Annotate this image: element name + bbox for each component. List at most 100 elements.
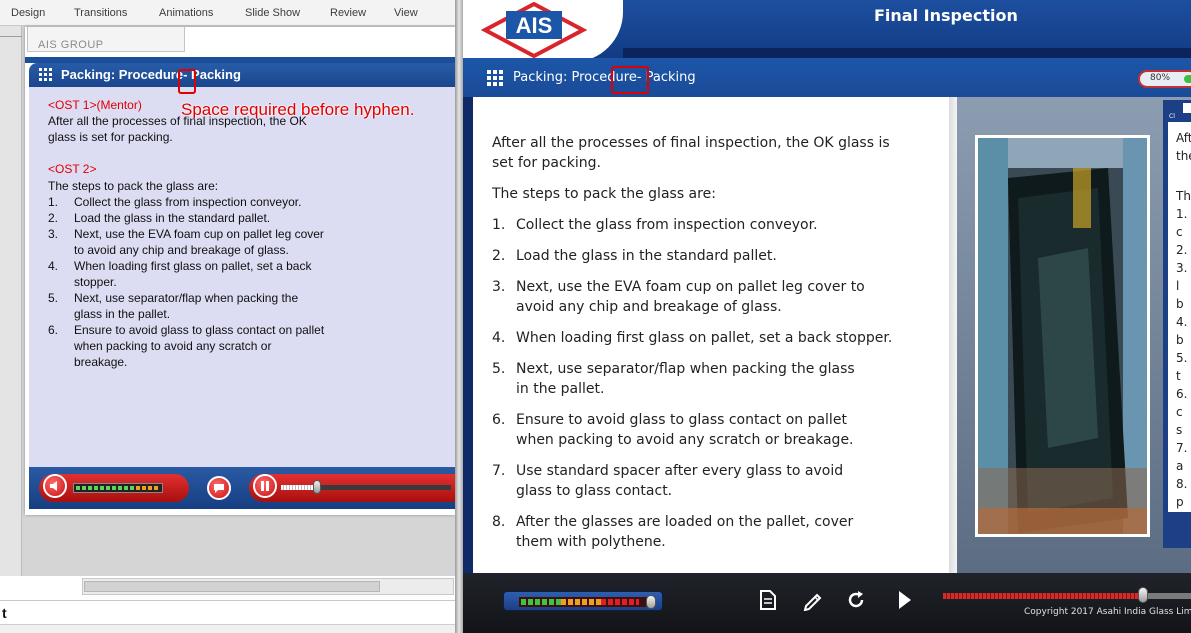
- screen: Design Transitions Animations Slide Show…: [0, 0, 1191, 633]
- logo-panel: AIS: [463, 0, 623, 62]
- play-icon[interactable]: [893, 589, 915, 611]
- popup-line: t: [1176, 369, 1181, 383]
- step-number: 6.: [492, 412, 506, 428]
- volume-meter[interactable]: [73, 483, 163, 493]
- slide-editor-pane: Design Transitions Animations Slide Show…: [0, 0, 455, 633]
- speaker-icon[interactable]: [43, 474, 67, 498]
- module-title: Final Inspection: [874, 6, 1018, 25]
- volume-level: [76, 486, 136, 490]
- step-text: Ensure to avoid glass to glass contact o…: [516, 410, 896, 450]
- popup-line: 6. E: [1176, 387, 1191, 401]
- column-divider: [949, 97, 957, 573]
- step-line: to avoid any chip and breakage of glass.: [74, 243, 289, 257]
- step-number: 2.: [48, 211, 59, 225]
- ribbon-tab-bar: Design Transitions Animations Slide Show…: [0, 0, 455, 26]
- popup-line: l: [1176, 279, 1180, 293]
- popup-line: 7. U: [1176, 441, 1191, 455]
- volume-control[interactable]: [503, 591, 663, 611]
- tab-transitions[interactable]: Transitions: [74, 7, 127, 19]
- step-line: glass to glass contact.: [516, 483, 673, 499]
- popup-line: s: [1176, 423, 1183, 437]
- grid-icon: [39, 68, 52, 81]
- intro-line-1: After all the processes of final inspect…: [492, 135, 890, 151]
- popup-line: b: [1176, 297, 1184, 311]
- popup-line: c: [1176, 405, 1183, 419]
- ais-logo-icon: AIS: [480, 2, 588, 58]
- steps-intro: The steps to pack the glass are:: [492, 186, 716, 202]
- popup-text-box: Aft the Th 1. C c 2. L 3. N l b 4. V b 5…: [1168, 122, 1191, 512]
- tab-view[interactable]: View: [394, 7, 418, 19]
- notes-text[interactable]: t: [2, 605, 7, 621]
- tab-slide-show[interactable]: Slide Show: [245, 7, 300, 19]
- seek-remaining: [1148, 593, 1191, 599]
- tab-review[interactable]: Review: [330, 7, 366, 19]
- seek-progress: [281, 485, 315, 490]
- seek-knob[interactable]: [1138, 587, 1148, 603]
- step-line: Collect the glass from inspection convey…: [516, 217, 818, 233]
- step-text: Load the glass in the standard pallet.: [74, 210, 374, 226]
- popup-close-label[interactable]: Cl: [1169, 113, 1175, 120]
- step-line: when packing to avoid any scratch or bre…: [516, 432, 854, 448]
- step-text: After the glasses are loaded on the pall…: [516, 512, 896, 552]
- slide-title[interactable]: Packing: Procedure- Packing: [61, 67, 241, 82]
- step-line: After the glasses are loaded on the pall…: [516, 514, 854, 530]
- pause-icon[interactable]: [253, 474, 277, 498]
- slideshow-window: AIS Final Inspection Packing: Procedure-…: [463, 0, 1191, 633]
- step-number: 6.: [48, 323, 59, 337]
- transcript-icon[interactable]: [757, 589, 779, 611]
- popup-line: Th: [1176, 189, 1191, 203]
- step-line: breakage.: [74, 355, 128, 369]
- step-text: When loading first glass on pallet, set …: [74, 258, 374, 290]
- step-line: them with polythene.: [516, 534, 666, 550]
- step-number: 8.: [492, 514, 506, 530]
- volume-level-high: [601, 599, 639, 605]
- step-text: When loading first glass on pallet, set …: [516, 328, 911, 348]
- step-text: Load the glass in the standard pallet.: [516, 246, 896, 266]
- slide-thumbnail-strip[interactable]: [0, 26, 22, 576]
- step-text: Next, use separator/flap when packing th…: [74, 290, 374, 322]
- popup-line: 3. N: [1176, 261, 1191, 275]
- pencil-icon[interactable]: [803, 589, 825, 611]
- step-line: Ensure to avoid glass to glass contact o…: [74, 323, 325, 337]
- popup-line: 1. C: [1176, 207, 1191, 221]
- tab-animations[interactable]: Animations: [159, 7, 213, 19]
- logo-text: AIS: [516, 13, 553, 38]
- replay-icon[interactable]: [845, 589, 867, 611]
- popup-line: c: [1176, 225, 1183, 239]
- intro-line-2: set for packing.: [492, 155, 601, 171]
- horizontal-scrollbar[interactable]: [82, 578, 454, 595]
- step-number: 3.: [48, 227, 59, 241]
- pane-splitter[interactable]: [455, 0, 463, 633]
- step-line: stopper.: [74, 275, 117, 289]
- step-number: 1.: [492, 217, 506, 233]
- slide-title-bar: Packing: Procedure- Packing: [463, 58, 1191, 97]
- step-line: Use standard spacer after every glass to…: [516, 463, 844, 479]
- popup-line: 5. N: [1176, 351, 1191, 365]
- ost1-line-2: glass is set for packing.: [48, 130, 173, 144]
- volume-knob[interactable]: [646, 595, 656, 609]
- step-text: Next, use the EVA foam cup on pallet leg…: [516, 277, 896, 317]
- grid-icon[interactable]: [487, 70, 503, 86]
- seek-track[interactable]: [281, 485, 451, 490]
- close-icon[interactable]: [1183, 103, 1191, 113]
- glass-pallet-photo-icon: [978, 138, 1147, 534]
- steps-intro: The steps to pack the glass are:: [48, 179, 219, 193]
- seek-knob[interactable]: [313, 480, 321, 494]
- player-controls-bar: [463, 573, 1191, 633]
- step-line: Next, use separator/flap when packing th…: [74, 291, 299, 305]
- speech-bubble-icon[interactable]: [207, 476, 231, 500]
- scrollbar-thumb[interactable]: [84, 581, 380, 592]
- step-number: 3.: [492, 279, 506, 295]
- slide-title-bar: Packing: Procedure- Packing: [29, 63, 455, 87]
- tab-design[interactable]: Design: [11, 7, 45, 19]
- step-line: when packing to avoid any scratch or: [74, 339, 272, 353]
- step-line: in the pallet.: [516, 381, 605, 397]
- slide-text-area[interactable]: <OST 1>(Mentor) After all the processes …: [29, 87, 455, 467]
- step-line: glass in the pallet.: [74, 307, 171, 321]
- popup-line: Aft: [1176, 131, 1191, 145]
- step-line: Next, use the EVA foam cup on pallet leg…: [516, 279, 865, 295]
- step-line: Load the glass in the standard pallet.: [74, 211, 271, 225]
- volume-level-low: [521, 599, 561, 605]
- annotation-highlight-box: [178, 69, 196, 94]
- popup-line: 2. L: [1176, 243, 1191, 257]
